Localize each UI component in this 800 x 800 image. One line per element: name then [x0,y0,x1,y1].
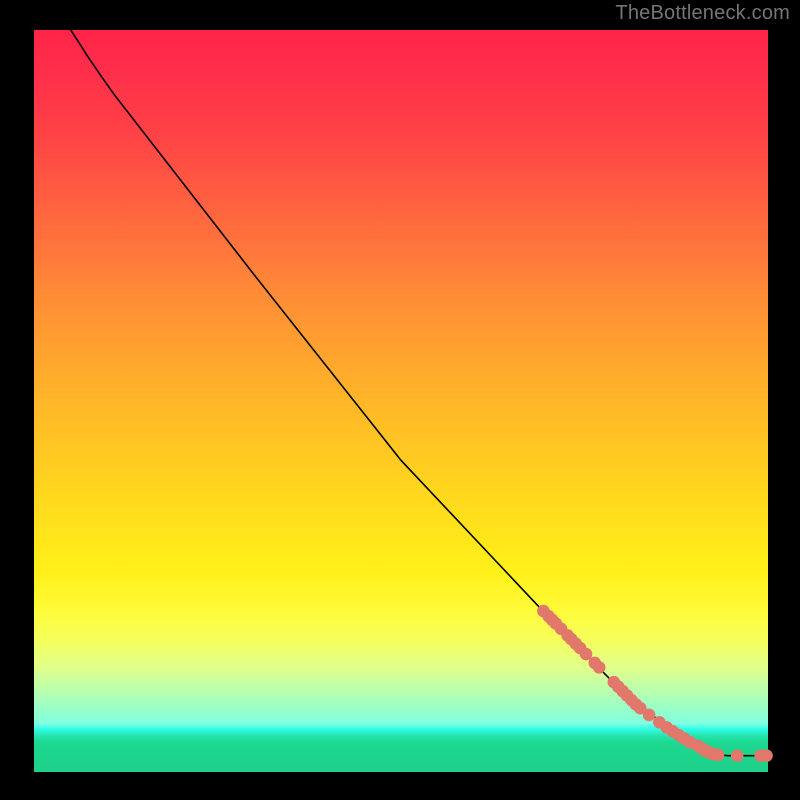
chart-marker [643,709,656,722]
chart-marker [731,749,744,762]
chart-markers-group [537,605,773,762]
chart-marker [760,749,773,762]
chart-marker [593,661,606,674]
attribution-text: TheBottleneck.com [615,2,790,25]
chart-curve [71,30,768,756]
plot-wrap [34,30,768,772]
chart-marker [712,749,725,762]
chart-frame: TheBottleneck.com [0,0,800,800]
chart-svg [34,30,768,772]
